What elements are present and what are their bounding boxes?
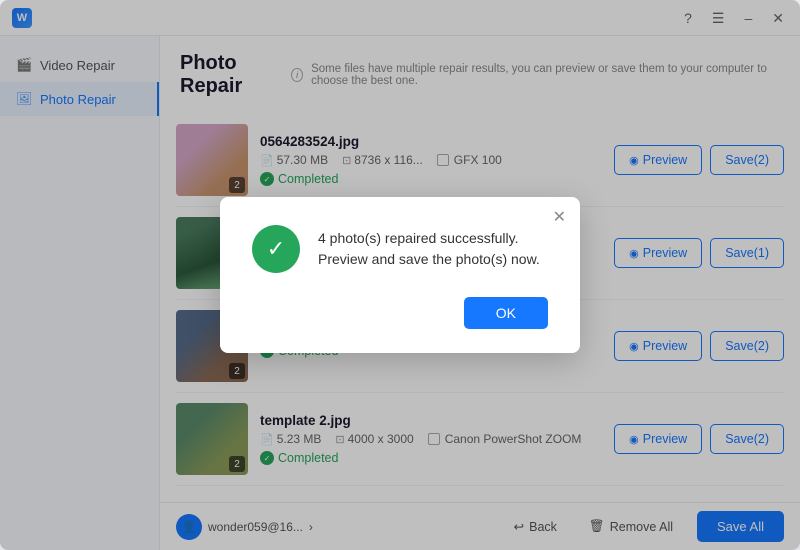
success-modal: ✕ ✓ 4 photo(s) repaired successfully. Pr… — [220, 197, 580, 353]
modal-overlay: ✕ ✓ 4 photo(s) repaired successfully. Pr… — [0, 0, 800, 550]
modal-footer: OK — [252, 297, 548, 329]
ok-button[interactable]: OK — [464, 297, 548, 329]
success-icon: ✓ — [252, 225, 300, 273]
modal-message: 4 photo(s) repaired successfully. Previe… — [318, 228, 548, 270]
app-window: W ? ☰ – ✕ 🎬 Video Repair 🖼 Photo Repair — [0, 0, 800, 550]
checkmark-icon: ✓ — [267, 236, 285, 262]
modal-body: ✓ 4 photo(s) repaired successfully. Prev… — [252, 225, 548, 273]
modal-close-button[interactable]: ✕ — [553, 207, 566, 227]
